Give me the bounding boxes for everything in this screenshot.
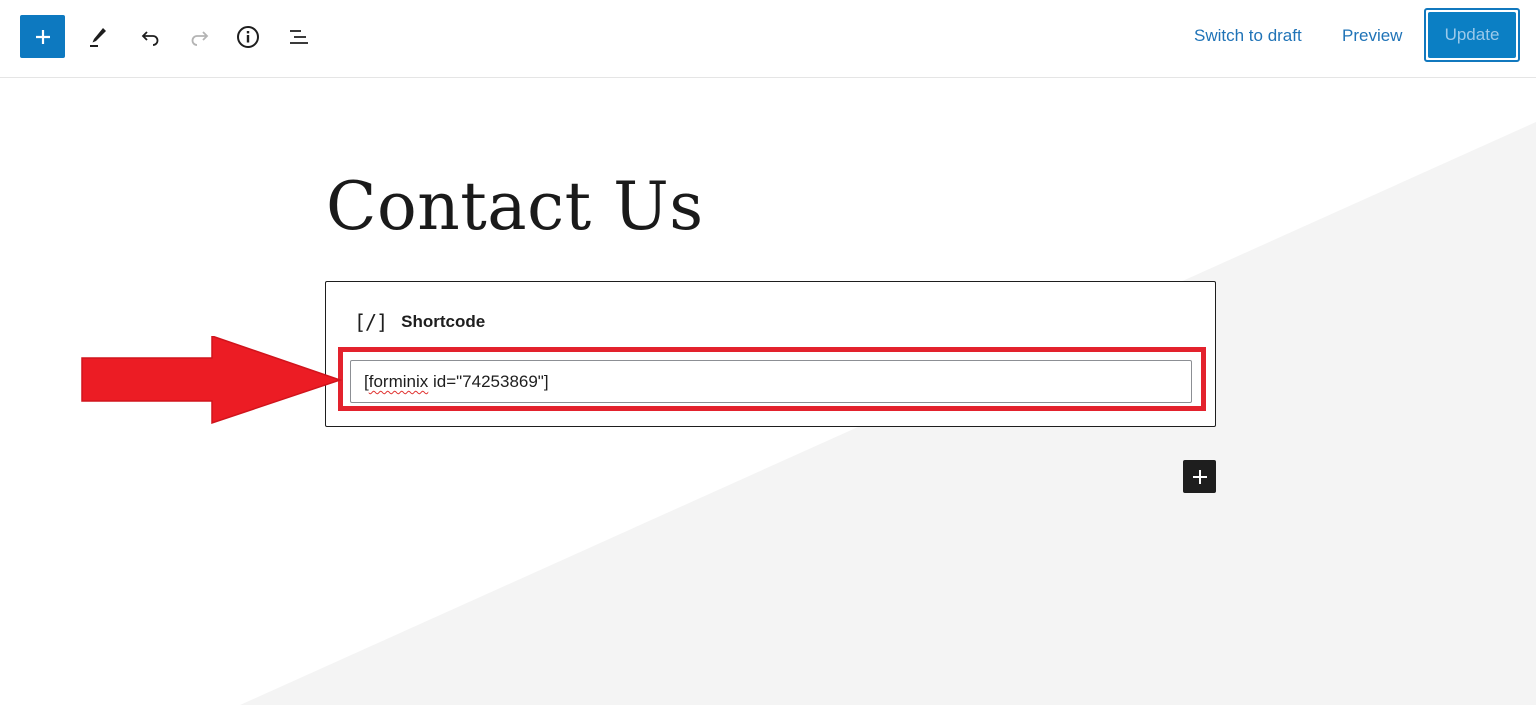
add-block-button[interactable] — [20, 15, 65, 58]
shortcode-icon: [/] — [354, 310, 388, 334]
editor-toolbar: Switch to draft Preview Update — [0, 0, 1536, 78]
shortcode-block[interactable]: [/] Shortcode [forminix id="74253869"] — [325, 281, 1216, 427]
add-block-after-button[interactable] — [1183, 460, 1216, 493]
pencil-icon — [90, 28, 106, 47]
update-button-label: Update — [1428, 12, 1516, 58]
annotation-arrow-icon — [81, 336, 342, 425]
details-button[interactable] — [228, 18, 268, 56]
shortcode-block-header: [/] Shortcode — [354, 310, 485, 334]
shortcode-label: Shortcode — [401, 312, 486, 331]
redo-button[interactable] — [180, 18, 220, 56]
info-icon — [237, 26, 259, 48]
shortcode-value-misspelled-word: forminix — [368, 372, 429, 391]
preview-button[interactable]: Preview — [1342, 26, 1402, 46]
update-button[interactable]: Update — [1424, 8, 1520, 62]
list-view-icon — [290, 30, 308, 44]
switch-to-draft-button[interactable]: Switch to draft — [1194, 26, 1302, 46]
shortcode-value-suffix: id="74253869"] — [428, 372, 549, 391]
plus-icon — [1192, 469, 1207, 484]
post-title[interactable]: Contact Us — [326, 168, 704, 245]
plus-icon — [35, 29, 50, 44]
undo-icon — [141, 31, 159, 46]
undo-button[interactable] — [130, 18, 170, 56]
shortcode-input[interactable]: [forminix id="74253869"] — [350, 360, 1192, 403]
redo-icon — [191, 31, 209, 46]
list-view-button[interactable] — [279, 18, 319, 56]
editor-page: Switch to draft Preview Update Contact U… — [0, 0, 1536, 705]
tools-button[interactable] — [78, 18, 118, 56]
